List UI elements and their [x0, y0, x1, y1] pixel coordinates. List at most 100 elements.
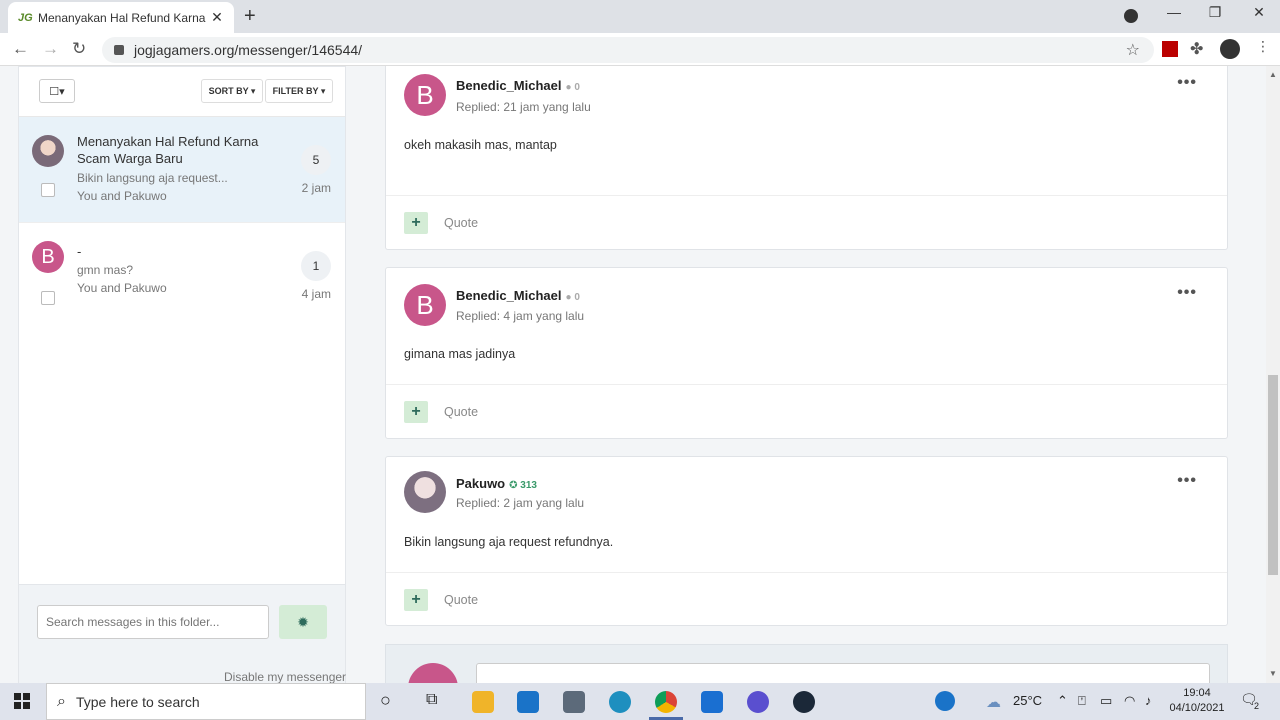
- browser-tab[interactable]: JG Menanyakan Hal Refund Karna Scam Warg…: [8, 2, 234, 33]
- list-toolbar: ☐▾ SORT BY ▾ FILTER BY ▾: [19, 67, 345, 117]
- new-tab-button[interactable]: +: [244, 5, 256, 28]
- url-bar[interactable]: jogjagamers.org/messenger/146544/ ☆: [102, 37, 1154, 63]
- more-options-icon[interactable]: •••: [1177, 74, 1197, 92]
- message-footer: + Quote: [386, 384, 1227, 437]
- scroll-down-icon[interactable]: ▼: [1269, 669, 1277, 678]
- search-settings-button[interactable]: ✹: [279, 605, 327, 639]
- chrome-browser-icon[interactable]: [655, 691, 677, 713]
- system-clock[interactable]: 19:04 04/10/2021: [1168, 686, 1226, 716]
- taskbar-search-box[interactable]: ⌕ Type here to search: [46, 683, 366, 720]
- conversation-time: 2 jam: [301, 181, 331, 195]
- camera-icon[interactable]: [563, 691, 585, 713]
- message-author[interactable]: Benedic_Michael ● 0: [456, 288, 580, 303]
- conversation-title[interactable]: Menanyakan Hal Refund Karna Scam Warga B…: [77, 133, 277, 167]
- message-timestamp: Replied: 4 jam yang lalu: [456, 309, 585, 323]
- list-search-footer: ✹: [19, 584, 345, 683]
- file-explorer-icon[interactable]: [472, 691, 494, 713]
- more-options-icon[interactable]: •••: [1177, 284, 1197, 302]
- lock-icon[interactable]: [114, 45, 124, 55]
- conversation-snippet: Bikin langsung aja request...: [77, 171, 228, 185]
- add-plus-button[interactable]: +: [404, 401, 428, 423]
- forward-arrow-icon[interactable]: →: [42, 39, 59, 59]
- conversation-participants: You and Pakuwo: [77, 189, 167, 203]
- maximize-icon[interactable]: ❐: [1200, 4, 1230, 21]
- task-view-icon[interactable]: ⧉: [426, 691, 437, 709]
- quote-link[interactable]: Quote: [444, 216, 478, 230]
- reply-composer: [385, 644, 1228, 683]
- tab-close-icon[interactable]: ✕: [208, 9, 226, 26]
- chevron-up-icon[interactable]: ⌃: [1057, 693, 1068, 709]
- weather-icon[interactable]: ☁: [986, 693, 1001, 711]
- avatar[interactable]: B: [32, 241, 64, 273]
- edge-browser-icon[interactable]: [609, 691, 631, 713]
- scroll-up-icon[interactable]: ▲: [1269, 70, 1277, 79]
- taskbar-search-text: Type here to search: [75, 693, 200, 710]
- extension-red-icon[interactable]: [1162, 41, 1178, 57]
- conversation-time: 4 jam: [301, 287, 331, 301]
- minimize-icon[interactable]: —: [1159, 4, 1189, 20]
- browser-tab-bar: JG Menanyakan Hal Refund Karna Scam Warg…: [0, 0, 1280, 33]
- wifi-icon[interactable]: ◠: [1124, 693, 1135, 709]
- gear-icon: ✹: [297, 613, 309, 630]
- windows-start-icon[interactable]: [14, 693, 30, 709]
- device-icon[interactable]: ⍞: [1078, 693, 1086, 709]
- conversation-participants: You and Pakuwo: [77, 281, 167, 295]
- reputation-badge: ● 0: [565, 292, 580, 303]
- volume-icon[interactable]: ♪: [1145, 693, 1152, 708]
- help-icon[interactable]: [935, 691, 955, 711]
- conversation-snippet: gmn mas?: [77, 263, 134, 277]
- message-author[interactable]: Pakuwo ✪ 313: [456, 476, 537, 491]
- extensions-puzzle-icon[interactable]: ✤: [1190, 39, 1203, 59]
- scrollbar-thumb[interactable]: [1268, 375, 1278, 575]
- message-card: Pakuwo ✪ 313 Replied: 2 jam yang lalu •••…: [385, 456, 1228, 626]
- chat-app-icon[interactable]: [747, 691, 769, 713]
- page-scrollbar[interactable]: ▲ ▼: [1266, 66, 1280, 683]
- reputation-badge: ● 0: [565, 82, 580, 93]
- disable-messenger-link[interactable]: Disable my messenger: [224, 670, 346, 683]
- steam-icon[interactable]: [793, 691, 815, 713]
- message-body: Bikin langsung aja request refundnya.: [404, 535, 614, 549]
- conversation-item[interactable]: Menanyakan Hal Refund Karna Scam Warga B…: [19, 117, 345, 223]
- reply-editor[interactable]: [476, 663, 1210, 683]
- add-plus-button[interactable]: +: [404, 589, 428, 611]
- reload-icon[interactable]: ↻: [72, 39, 86, 59]
- address-bar-row: ← → ↻ jogjagamers.org/messenger/146544/ …: [0, 33, 1280, 66]
- message-body: okeh makasih mas, mantap: [404, 138, 557, 152]
- search-messages-input[interactable]: [37, 605, 269, 639]
- close-window-icon[interactable]: ✕: [1244, 4, 1274, 21]
- quote-link[interactable]: Quote: [444, 405, 478, 419]
- page-content: ☐▾ SORT BY ▾ FILTER BY ▾ Menanyakan Hal …: [0, 66, 1266, 683]
- message-card: B Benedic_Michael ● 0 Replied: 4 jam yang…: [385, 267, 1228, 439]
- message-body: gimana mas jadinya: [404, 347, 516, 361]
- tab-title: Menanyakan Hal Refund Karna Scam Warga B…: [38, 10, 208, 25]
- message-author[interactable]: Benedic_Michael ● 0: [456, 78, 580, 93]
- profile-avatar[interactable]: [1220, 39, 1240, 59]
- conversation-item[interactable]: B - gmn mas? You and Pakuwo 1 4 jam: [19, 223, 345, 329]
- tab-search-icon[interactable]: [1124, 9, 1138, 23]
- clock-date: 04/10/2021: [1169, 702, 1225, 714]
- weather-temperature[interactable]: 25°C: [1013, 693, 1042, 708]
- sort-by-button[interactable]: SORT BY ▾: [201, 79, 263, 103]
- browser-menu-icon[interactable]: ⋮: [1256, 38, 1270, 55]
- avatar[interactable]: B: [404, 284, 446, 326]
- back-arrow-icon[interactable]: ←: [12, 39, 29, 59]
- notification-count: 2: [1254, 701, 1260, 711]
- download-app-icon[interactable]: [701, 691, 723, 713]
- battery-icon[interactable]: ▭: [1100, 693, 1112, 709]
- more-options-icon[interactable]: •••: [1177, 472, 1197, 490]
- select-all-dropdown[interactable]: ☐▾: [39, 79, 75, 103]
- message-footer: + Quote: [386, 572, 1227, 625]
- avatar[interactable]: B: [404, 74, 446, 116]
- add-plus-button[interactable]: +: [404, 212, 428, 234]
- avatar: [408, 663, 458, 683]
- quote-link[interactable]: Quote: [444, 593, 478, 607]
- bookmark-star-icon[interactable]: ☆: [1126, 40, 1140, 60]
- mail-icon[interactable]: [517, 691, 539, 713]
- filter-by-button[interactable]: FILTER BY ▾: [265, 79, 333, 103]
- conversation-checkbox[interactable]: [41, 183, 55, 197]
- avatar[interactable]: [404, 471, 446, 513]
- avatar[interactable]: [32, 135, 64, 167]
- conversation-title[interactable]: -: [77, 243, 277, 260]
- conversation-checkbox[interactable]: [41, 291, 55, 305]
- cortana-icon[interactable]: ○: [380, 690, 391, 711]
